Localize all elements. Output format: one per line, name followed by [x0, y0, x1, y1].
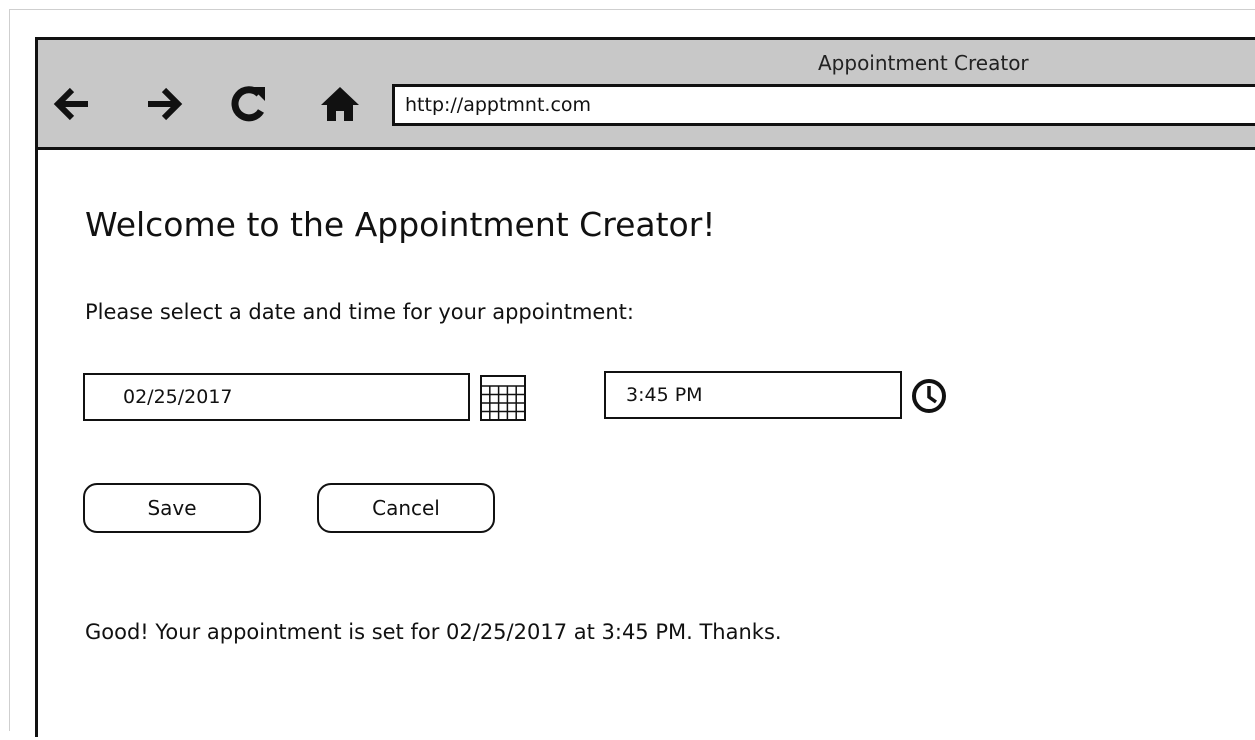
confirmation-message: Good! Your appointment is set for 02/25/…: [85, 620, 782, 644]
time-input[interactable]: [604, 371, 902, 419]
calendar-button[interactable]: [478, 372, 528, 422]
back-button[interactable]: [50, 82, 94, 126]
address-bar[interactable]: [392, 84, 1255, 126]
home-button[interactable]: [318, 82, 362, 126]
cancel-button[interactable]: Cancel: [317, 483, 495, 533]
window-title: Appointment Creator: [818, 51, 1029, 75]
page-content: Welcome to the Appointment Creator! Plea…: [38, 150, 1255, 740]
arrow-right-icon: [148, 87, 183, 121]
instructions-text: Please select a date and time for your a…: [85, 300, 634, 324]
forward-button[interactable]: [142, 82, 186, 126]
clock-button[interactable]: [910, 377, 948, 415]
reload-icon: [231, 86, 265, 122]
page-title: Welcome to the Appointment Creator!: [85, 205, 716, 244]
browser-toolbar: Appointment Creator: [38, 40, 1255, 150]
calendar-icon: [480, 375, 526, 421]
browser-window: Appointment Creator http://apptmnt.com W…: [35, 37, 1255, 737]
home-icon: [321, 87, 359, 121]
save-button[interactable]: Save: [83, 483, 261, 533]
arrow-left-icon: [53, 87, 88, 121]
clock-icon: [912, 379, 946, 413]
date-input[interactable]: [83, 373, 470, 421]
reload-button[interactable]: [226, 82, 270, 126]
